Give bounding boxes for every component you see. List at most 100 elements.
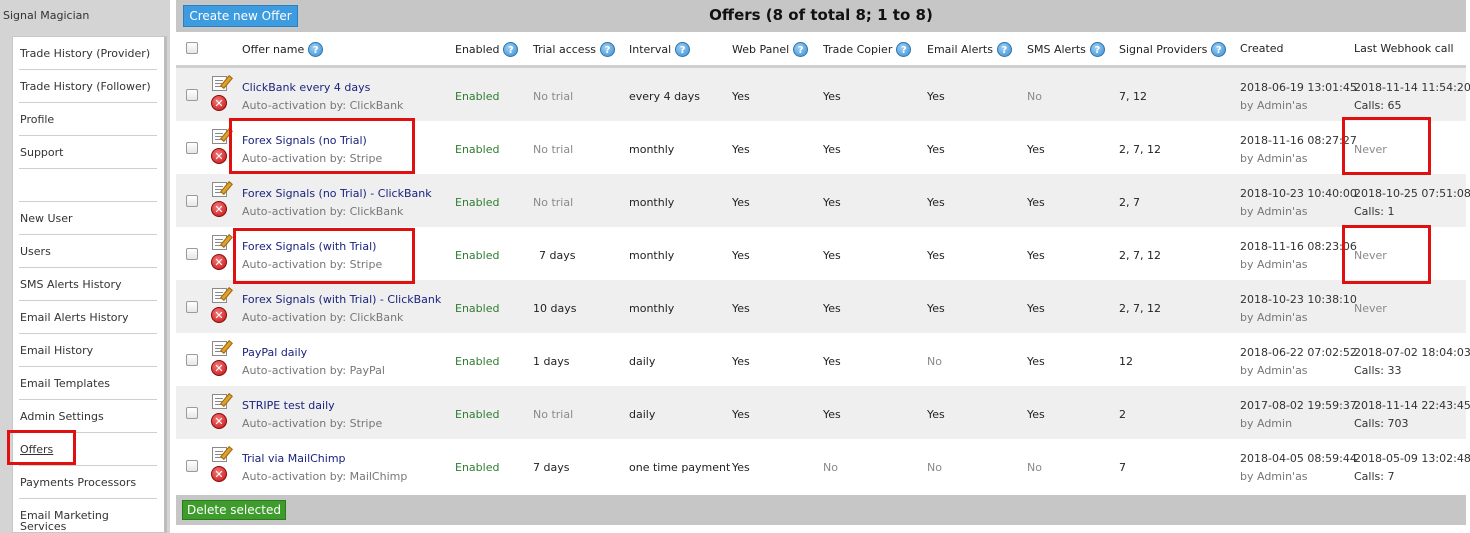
offer-name-link[interactable]: Forex Signals (no Trial) - ClickBank bbox=[242, 187, 432, 200]
delete-icon[interactable]: ✕ bbox=[211, 360, 227, 376]
edit-icon[interactable] bbox=[212, 182, 227, 197]
offer-name-link[interactable]: Trial via MailChimp bbox=[242, 452, 346, 465]
delete-icon[interactable]: ✕ bbox=[211, 307, 227, 323]
column-header-signal-providers: Signal Providers? bbox=[1119, 42, 1227, 57]
offer-activation: Auto-activation by: Stripe bbox=[242, 417, 383, 430]
help-icon[interactable]: ? bbox=[996, 42, 1012, 57]
offer-activation: Auto-activation by: Stripe bbox=[242, 258, 383, 271]
sidebar-item-admin-settings[interactable]: Admin Settings bbox=[19, 400, 157, 433]
created-date: 2017-08-02 19:59:37 bbox=[1240, 399, 1357, 412]
sidebar-item-new-user[interactable]: New User bbox=[19, 202, 157, 235]
column-label: Created bbox=[1240, 42, 1284, 55]
row-checkbox[interactable] bbox=[186, 195, 198, 207]
sidebar-item-email-marketing-services[interactable]: Email Marketing Services bbox=[19, 499, 157, 532]
column-header-offer-name: Offer name? bbox=[242, 42, 324, 57]
edit-icon[interactable] bbox=[212, 235, 227, 250]
help-icon[interactable]: ? bbox=[896, 42, 912, 57]
help-icon[interactable]: ? bbox=[1089, 42, 1105, 57]
row-checkbox[interactable] bbox=[186, 142, 198, 154]
sms-alerts: Yes bbox=[1027, 302, 1045, 315]
edit-icon[interactable] bbox=[212, 394, 227, 409]
create-offer-button[interactable]: Create new Offer bbox=[183, 5, 298, 27]
delete-icon[interactable]: ✕ bbox=[211, 254, 227, 270]
delete-icon[interactable]: ✕ bbox=[211, 148, 227, 164]
sms-alerts: Yes bbox=[1027, 249, 1045, 262]
created-by: by Admin'as bbox=[1240, 311, 1308, 324]
help-icon[interactable]: ? bbox=[793, 42, 809, 57]
column-header-created: Created bbox=[1240, 42, 1284, 55]
sidebar-item-label: Email History bbox=[20, 344, 94, 357]
row-checkbox[interactable] bbox=[186, 89, 198, 101]
email-alerts: Yes bbox=[927, 196, 945, 209]
select-all-checkbox[interactable] bbox=[186, 42, 198, 54]
help-icon[interactable]: ? bbox=[308, 42, 324, 57]
toolbar: Offers (8 of total 8; 1 to 8) Create new… bbox=[176, 0, 1466, 32]
sidebar-item-label: Offers bbox=[20, 443, 54, 456]
edit-icon[interactable] bbox=[212, 129, 227, 144]
last-webhook-date: Never bbox=[1354, 143, 1387, 156]
trial-access: 10 days bbox=[533, 302, 577, 315]
main-content: Offers (8 of total 8; 1 to 8) Create new… bbox=[176, 0, 1470, 533]
delete-icon[interactable]: ✕ bbox=[211, 466, 227, 482]
delete-icon[interactable]: ✕ bbox=[211, 201, 227, 217]
sidebar-item-email-history[interactable]: Email History bbox=[19, 334, 157, 367]
interval: one time payment bbox=[629, 461, 731, 474]
last-webhook-date: 2018-07-02 18:04:03 bbox=[1354, 346, 1470, 359]
column-label: Enabled bbox=[455, 43, 500, 56]
row-checkbox[interactable] bbox=[186, 301, 198, 313]
trial-access: 7 days bbox=[539, 249, 576, 262]
offer-name-link[interactable]: Forex Signals (with Trial) - ClickBank bbox=[242, 293, 441, 306]
row-checkbox[interactable] bbox=[186, 354, 198, 366]
sidebar-item-trade-history-follower[interactable]: Trade History (Follower) bbox=[19, 70, 157, 103]
offer-name-link[interactable]: ClickBank every 4 days bbox=[242, 81, 370, 94]
enabled-status: Enabled bbox=[455, 196, 500, 209]
sms-alerts: No bbox=[1027, 90, 1042, 103]
edit-icon[interactable] bbox=[212, 288, 227, 303]
column-label: Offer name bbox=[242, 43, 305, 56]
row-checkbox[interactable] bbox=[186, 407, 198, 419]
column-label: Trade Copier bbox=[823, 43, 893, 56]
trial-access: No trial bbox=[533, 90, 574, 103]
edit-icon[interactable] bbox=[212, 76, 227, 91]
trial-access: No trial bbox=[533, 143, 574, 156]
help-icon[interactable]: ? bbox=[675, 42, 691, 57]
offer-name-link[interactable]: PayPal daily bbox=[242, 346, 307, 359]
offer-name-link[interactable]: Forex Signals (with Trial) bbox=[242, 240, 376, 253]
delete-icon[interactable]: ✕ bbox=[211, 413, 227, 429]
sidebar-item-email-alerts-history[interactable]: Email Alerts History bbox=[19, 301, 157, 334]
created-by: by Admin'as bbox=[1240, 152, 1308, 165]
offer-name-link[interactable]: STRIPE test daily bbox=[242, 399, 335, 412]
delete-selected-button[interactable]: Delete selected bbox=[182, 500, 286, 520]
enabled-status: Enabled bbox=[455, 461, 500, 474]
sidebar-item-support[interactable]: Support bbox=[19, 136, 157, 169]
sidebar-item-email-templates[interactable]: Email Templates bbox=[19, 367, 157, 400]
table-row: ✕ Forex Signals (no Trial) Auto-activati… bbox=[176, 121, 1466, 174]
edit-icon[interactable] bbox=[212, 341, 227, 356]
table-row: ✕ Forex Signals (with Trial) Auto-activa… bbox=[176, 227, 1466, 280]
sidebar-item-profile[interactable]: Profile bbox=[19, 103, 157, 136]
column-label: Email Alerts bbox=[927, 43, 993, 56]
row-checkbox[interactable] bbox=[186, 248, 198, 260]
delete-icon[interactable]: ✕ bbox=[211, 95, 227, 111]
sidebar-item-offers[interactable]: Offers bbox=[19, 433, 157, 466]
created-date: 2018-11-16 08:23:06 bbox=[1240, 240, 1357, 253]
table-header: Offer name? Enabled? Trial access? Inter… bbox=[176, 32, 1466, 68]
help-icon[interactable]: ? bbox=[503, 42, 519, 57]
trial-access: No trial bbox=[533, 196, 574, 209]
webhook-calls: Calls: 703 bbox=[1354, 417, 1409, 430]
sidebar-item-payments-processors[interactable]: Payments Processors bbox=[19, 466, 157, 499]
email-alerts: Yes bbox=[927, 249, 945, 262]
signal-providers: 7 bbox=[1119, 461, 1126, 474]
sidebar-item-users[interactable]: Users bbox=[19, 235, 157, 268]
sms-alerts: Yes bbox=[1027, 143, 1045, 156]
edit-icon[interactable] bbox=[212, 447, 227, 462]
sidebar-item-trade-history-provider[interactable]: Trade History (Provider) bbox=[19, 37, 157, 70]
row-checkbox[interactable] bbox=[186, 460, 198, 472]
sidebar-item-sms-alerts-history[interactable]: SMS Alerts History bbox=[19, 268, 157, 301]
trial-access: 7 days bbox=[533, 461, 570, 474]
offer-name-link[interactable]: Forex Signals (no Trial) bbox=[242, 134, 367, 147]
webhook-calls: Calls: 7 bbox=[1354, 470, 1395, 483]
webhook-calls: Calls: 65 bbox=[1354, 99, 1402, 112]
help-icon[interactable]: ? bbox=[1211, 42, 1227, 57]
help-icon[interactable]: ? bbox=[600, 42, 616, 57]
